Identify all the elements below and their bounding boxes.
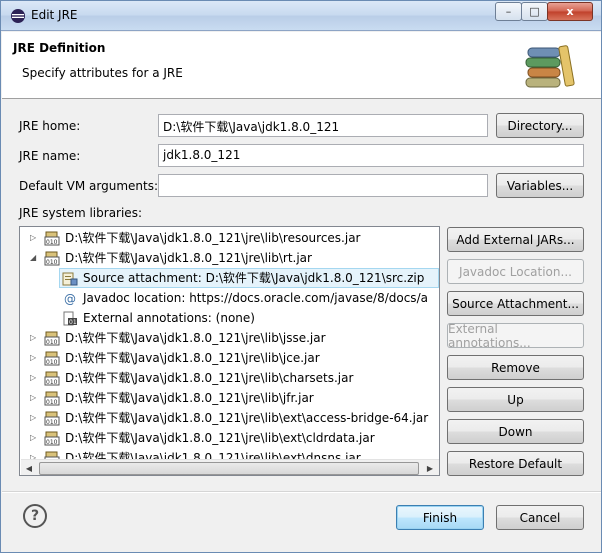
jar-icon: 010 bbox=[44, 391, 60, 406]
expand-icon[interactable]: ▷ bbox=[30, 394, 38, 402]
library-row[interactable]: ◢ 010 D:\软件下载\Java\jdk1.8.0_121\jre\lib\rt… bbox=[20, 248, 424, 268]
jar-icon: 010 bbox=[44, 231, 60, 246]
library-attribute-row[interactable]: 010 External annotations: (none) bbox=[20, 308, 424, 328]
library-row-label: D:\软件下载\Java\jdk1.8.0_121\jre\lib\jce.ja… bbox=[65, 351, 320, 365]
library-row[interactable]: ▷ 010 D:\软件下载\Java\jdk1.8.0_121\jre\lib\ex… bbox=[20, 408, 428, 428]
up-button[interactable]: Up bbox=[447, 387, 584, 412]
directory-button[interactable]: Directory... bbox=[496, 113, 584, 138]
libraries-label: JRE system libraries: bbox=[19, 206, 142, 220]
help-icon[interactable]: ? bbox=[23, 504, 47, 528]
close-icon: x bbox=[566, 5, 574, 18]
svg-text:@: @ bbox=[64, 292, 76, 306]
expand-icon[interactable]: ▷ bbox=[30, 334, 38, 342]
remove-button[interactable]: Remove bbox=[447, 355, 584, 380]
library-row[interactable]: ▷ 010 D:\软件下载\Java\jdk1.8.0_121\jre\lib\ex… bbox=[20, 428, 424, 448]
header-description: Specify attributes for a JRE bbox=[22, 66, 183, 80]
restore-default-button[interactable]: Restore Default bbox=[447, 451, 584, 476]
svg-text:010: 010 bbox=[69, 319, 78, 326]
library-row[interactable]: ▷ 010 D:\软件下载\Java\jdk1.8.0_121\jre\lib\re… bbox=[20, 228, 424, 248]
dialog-header: JRE Definition Specify attributes for a … bbox=[2, 32, 601, 99]
close-button[interactable]: x bbox=[547, 2, 593, 21]
maximize-icon: □ bbox=[529, 5, 540, 18]
library-row-label: D:\软件下载\Java\jdk1.8.0_121\jre\lib\jfr.ja… bbox=[65, 391, 314, 405]
svg-text:010: 010 bbox=[46, 239, 58, 246]
library-row-label: D:\软件下载\Java\jdk1.8.0_121\jre\lib\jsse.j… bbox=[65, 331, 326, 345]
library-attribute-row[interactable]: @ Javadoc location: https://docs.oracle.c… bbox=[20, 288, 428, 308]
library-row-label: D:\软件下载\Java\jdk1.8.0_121\jre\lib\ext\ac… bbox=[65, 411, 429, 425]
edit-jre-dialog: Edit JRE – □ x JRE Definition Specify at… bbox=[0, 0, 602, 553]
minimize-icon: – bbox=[505, 5, 512, 18]
jar-icon: 010 bbox=[44, 371, 60, 386]
library-row[interactable]: ▷ 010 D:\软件下载\Java\jdk1.8.0_121\jre\lib\js… bbox=[20, 328, 424, 348]
window-title: Edit JRE bbox=[31, 8, 78, 22]
jre-home-label: JRE home: bbox=[19, 119, 81, 133]
library-row[interactable]: ▷ 010 D:\软件下载\Java\jdk1.8.0_121\jre\lib\ch… bbox=[20, 368, 424, 388]
library-row-label: D:\软件下载\Java\jdk1.8.0_121\jre\lib\ext\cl… bbox=[65, 431, 375, 445]
source-attachment-icon bbox=[62, 272, 78, 286]
collapse-icon[interactable]: ◢ bbox=[30, 254, 38, 262]
minimize-button[interactable]: – bbox=[495, 2, 522, 21]
library-row-label: External annotations: (none) bbox=[83, 311, 255, 325]
library-row-label: D:\软件下载\Java\jdk1.8.0_121\jre\lib\resour… bbox=[65, 231, 361, 245]
vm-args-label: Default VM arguments: bbox=[19, 179, 159, 193]
svg-text:010: 010 bbox=[46, 399, 58, 406]
library-row-label: D:\软件下载\Java\jdk1.8.0_121\jre\lib\charse… bbox=[65, 371, 354, 385]
header-title: JRE Definition bbox=[13, 41, 106, 55]
scroll-left-icon[interactable]: ◀ bbox=[21, 464, 37, 473]
finish-button[interactable]: Finish bbox=[396, 505, 484, 530]
svg-text:010: 010 bbox=[46, 339, 58, 346]
horizontal-scroll-thumb[interactable] bbox=[39, 462, 419, 475]
svg-text:010: 010 bbox=[46, 379, 58, 386]
svg-text:010: 010 bbox=[46, 439, 58, 446]
javadoc-location-button[interactable]: Javadoc Location... bbox=[447, 259, 584, 284]
expand-icon[interactable]: ▷ bbox=[30, 234, 38, 242]
maximize-button[interactable]: □ bbox=[521, 2, 548, 21]
jre-name-field[interactable]: jdk1.8.0_121 bbox=[158, 144, 584, 167]
annotations-icon: 010 bbox=[63, 311, 78, 326]
expand-icon[interactable]: ▷ bbox=[30, 374, 38, 382]
jar-icon: 010 bbox=[44, 351, 60, 366]
library-books-icon bbox=[525, 45, 575, 88]
eclipse-icon bbox=[11, 9, 25, 23]
svg-text:010: 010 bbox=[46, 419, 58, 426]
expand-icon[interactable]: ▷ bbox=[30, 434, 38, 442]
jar-icon: 010 bbox=[44, 431, 60, 446]
title-bar[interactable]: Edit JRE – □ x bbox=[1, 1, 601, 31]
expand-icon[interactable]: ▷ bbox=[30, 354, 38, 362]
cancel-button[interactable]: Cancel bbox=[496, 505, 584, 530]
library-row-label: D:\软件下载\Java\jdk1.8.0_121\jre\lib\rt.jar bbox=[65, 251, 312, 265]
external-annotations-button[interactable]: External annotations... bbox=[447, 322, 584, 350]
svg-text:010: 010 bbox=[46, 359, 58, 366]
library-row[interactable]: ▷ 010 D:\软件下载\Java\jdk1.8.0_121\jre\lib\jc… bbox=[20, 348, 424, 368]
horizontal-scrollbar[interactable]: ◀ ▶ bbox=[21, 459, 439, 475]
library-row[interactable]: ▷ 010 D:\软件下载\Java\jdk1.8.0_121\jre\lib\jf… bbox=[20, 388, 424, 408]
libraries-tree[interactable]: ▷ 010 D:\软件下载\Java\jdk1.8.0_121\jre\lib\re… bbox=[19, 226, 440, 476]
source-attachment-button[interactable]: Source Attachment... bbox=[447, 291, 584, 316]
jre-name-label: JRE name: bbox=[19, 149, 81, 163]
jre-home-field[interactable]: D:\软件下载\Java\jdk1.8.0_121 bbox=[158, 114, 488, 137]
jar-icon: 010 bbox=[44, 251, 60, 266]
vm-args-field[interactable] bbox=[158, 174, 488, 197]
library-row-label: Javadoc location: https://docs.oracle.co… bbox=[83, 291, 428, 305]
scroll-right-icon[interactable]: ▶ bbox=[422, 464, 438, 473]
add-external-jars-button[interactable]: Add External JARs... bbox=[447, 227, 584, 252]
expand-icon[interactable]: ▷ bbox=[30, 414, 38, 422]
library-row-label: Source attachment: D:\软件下载\Java\jdk1.8.0… bbox=[83, 271, 425, 285]
svg-text:010: 010 bbox=[46, 259, 58, 266]
jar-icon: 010 bbox=[44, 411, 60, 426]
variables-button[interactable]: Variables... bbox=[496, 173, 584, 198]
library-attribute-row[interactable]: Source attachment: D:\软件下载\Java\jdk1.8.0… bbox=[20, 268, 439, 288]
javadoc-icon: @ bbox=[64, 292, 76, 306]
down-button[interactable]: Down bbox=[447, 419, 584, 444]
jar-icon: 010 bbox=[44, 331, 60, 346]
footer-separator bbox=[2, 491, 601, 493]
